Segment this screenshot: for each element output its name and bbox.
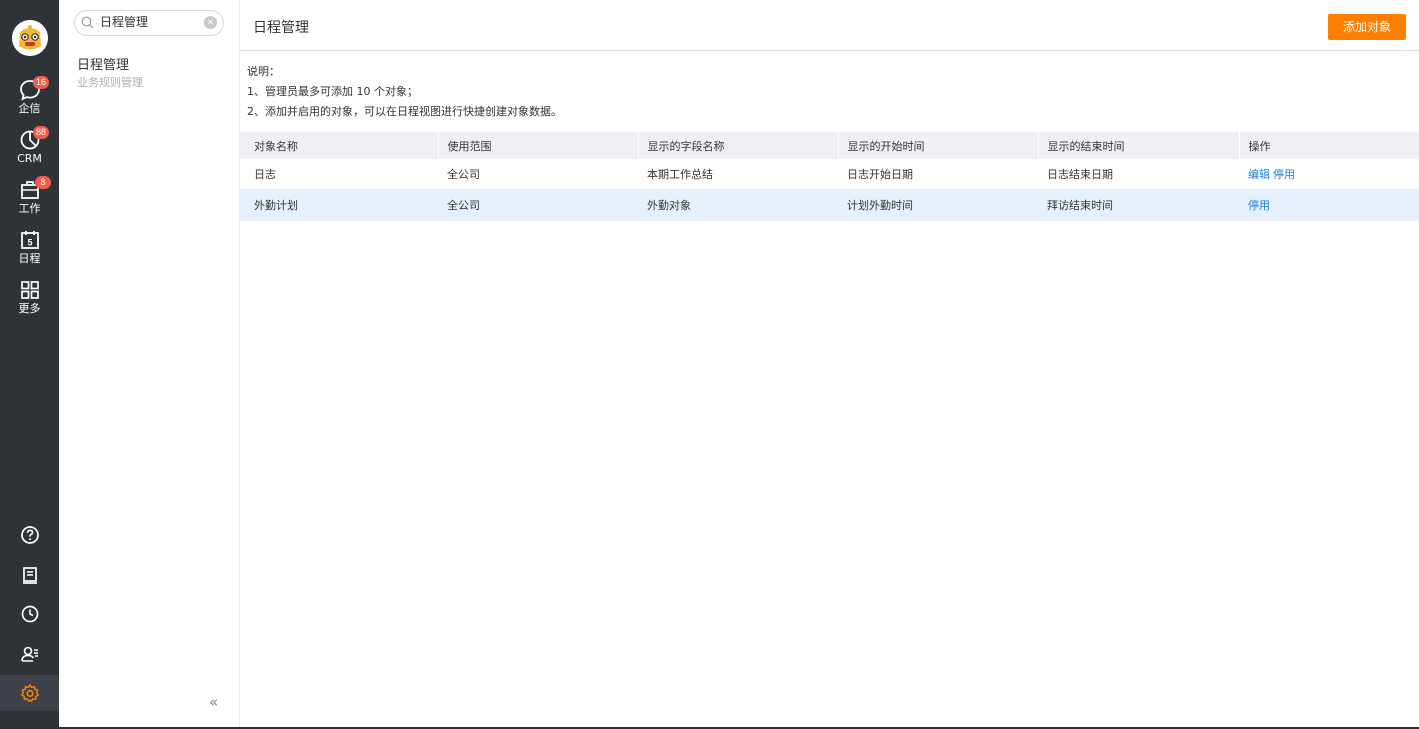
nav-item-work[interactable]: 8 工作 <box>0 174 59 220</box>
add-object-button[interactable]: 添加对象 <box>1328 14 1406 40</box>
cell-scope: 全公司 <box>438 159 638 190</box>
notes: 说明： 1、管理员最多可添加 10 个对象； 2、添加并启用的对象，可以在日程视… <box>247 62 562 122</box>
clock-icon <box>21 605 38 623</box>
column-header: 显示的开始时间 <box>837 132 1038 159</box>
search-box[interactable]: 日程管理 × <box>74 10 224 36</box>
cell-object-name: 日志 <box>239 159 438 190</box>
nav-item-label: CRM <box>17 152 42 165</box>
cell-actions: 编辑 停用 <box>1239 159 1419 190</box>
table-row[interactable]: 日志 全公司 本期工作总结 日志开始日期 日志结束日期 编辑 停用 <box>239 159 1419 190</box>
sidebar-entry-subtitle: 业务规则管理 <box>77 76 143 89</box>
cell-start-time: 计划外勤时间 <box>838 189 1038 221</box>
crm-badge: 88 <box>33 126 49 139</box>
left-nav-rail: 16 企信 88 CRM 8 工作 5 日程 更多 <box>0 0 59 729</box>
cell-end-time: 拜访结束时间 <box>1038 189 1239 221</box>
sidebar-entry-schedule-management[interactable]: 日程管理 业务规则管理 <box>77 57 143 91</box>
nav-item-messages[interactable]: 16 企信 <box>0 74 59 120</box>
collapse-sidebar-icon[interactable]: « <box>209 693 218 711</box>
messages-badge: 16 <box>33 76 49 89</box>
column-header: 显示的结束时间 <box>1037 132 1239 159</box>
nav-item-more[interactable]: 更多 <box>0 274 59 320</box>
notebook-button[interactable] <box>0 557 59 593</box>
edit-link[interactable]: 编辑 <box>1248 168 1270 181</box>
table-row[interactable]: 外勤计划 全公司 外勤对象 计划外勤时间 拜访结束时间 停用 <box>239 189 1419 221</box>
disable-link[interactable]: 停用 <box>1248 199 1270 212</box>
column-header: 显示的字段名称 <box>637 132 838 159</box>
help-button[interactable] <box>0 517 59 553</box>
header-divider <box>239 50 1419 51</box>
cell-scope: 全公司 <box>438 189 638 221</box>
nav-item-label: 更多 <box>18 302 41 315</box>
search-icon <box>81 16 94 29</box>
nav-item-label: 日程 <box>18 252 41 265</box>
contacts-icon <box>20 646 38 662</box>
clear-search-icon[interactable]: × <box>204 16 217 29</box>
column-header: 对象名称 <box>239 132 438 159</box>
nav-item-label: 工作 <box>18 202 41 215</box>
objects-table: 对象名称 使用范围 显示的字段名称 显示的开始时间 显示的结束时间 操作 日志 … <box>239 132 1419 221</box>
cell-end-time: 日志结束日期 <box>1038 159 1239 190</box>
search-input-value[interactable]: 日程管理 <box>100 15 148 30</box>
calendar-icon: 5 <box>20 231 39 249</box>
cell-actions: 停用 <box>1239 189 1419 221</box>
nav-item-schedule[interactable]: 5 日程 <box>0 224 59 270</box>
settings-button[interactable] <box>0 675 59 711</box>
notebook-icon <box>22 567 37 584</box>
history-button[interactable] <box>0 596 59 632</box>
svg-text:5: 5 <box>27 238 32 248</box>
grid-icon <box>20 281 39 299</box>
work-badge: 8 <box>35 176 51 189</box>
cell-object-name: 外勤计划 <box>239 189 438 221</box>
disable-link[interactable]: 停用 <box>1273 168 1295 181</box>
notes-heading: 说明： <box>247 65 280 78</box>
settings-icon <box>20 684 39 702</box>
column-header: 使用范围 <box>437 132 638 159</box>
notes-line: 2、添加并启用的对象，可以在日程视图进行快捷创建对象数据。 <box>247 105 562 118</box>
main-content: 日程管理 添加对象 说明： 1、管理员最多可添加 10 个对象； 2、添加并启用… <box>239 0 1419 729</box>
page-title: 日程管理 <box>253 20 309 36</box>
column-header: 操作 <box>1238 132 1419 159</box>
contacts-button[interactable] <box>0 636 59 672</box>
cell-start-time: 日志开始日期 <box>838 159 1038 190</box>
cell-field-name: 外勤对象 <box>638 189 838 221</box>
nav-item-label: 企信 <box>18 102 41 115</box>
notes-line: 1、管理员最多可添加 10 个对象； <box>247 85 418 98</box>
help-icon <box>20 526 39 544</box>
nav-item-crm[interactable]: 88 CRM <box>0 124 59 170</box>
cell-field-name: 本期工作总结 <box>638 159 838 190</box>
user-avatar[interactable] <box>12 20 48 56</box>
secondary-sidebar: 日程管理 × 日程管理 业务规则管理 « <box>59 0 240 729</box>
sidebar-entry-title: 日程管理 <box>77 58 130 73</box>
table-header-row: 对象名称 使用范围 显示的字段名称 显示的开始时间 显示的结束时间 操作 <box>239 132 1419 159</box>
